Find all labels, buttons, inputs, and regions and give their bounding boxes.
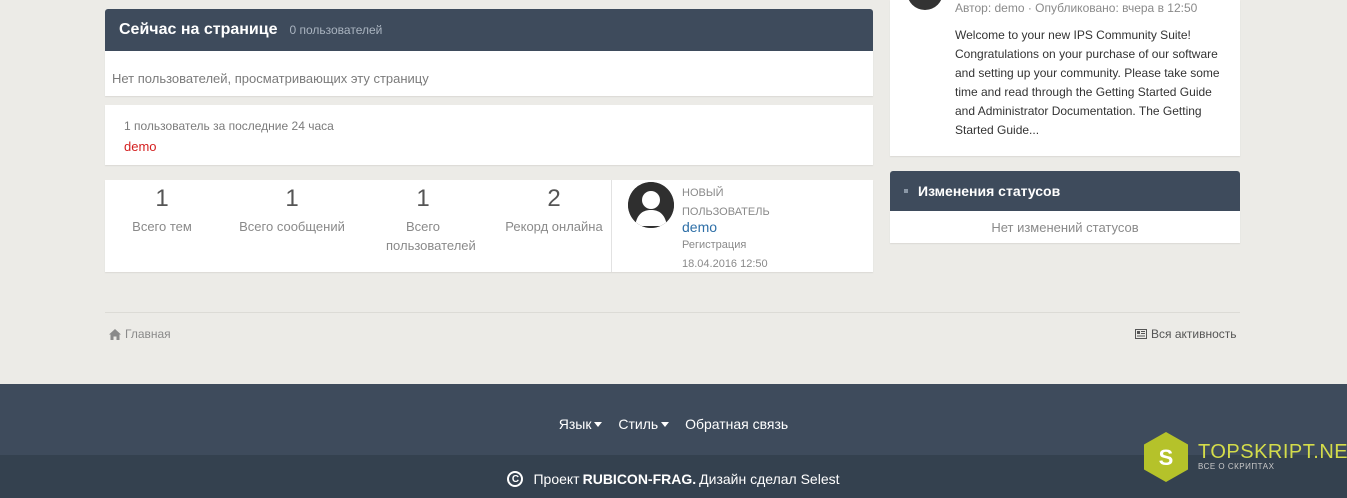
registration-label: Регистрация: [682, 239, 747, 251]
stat-record: 2 Рекорд онлайна: [489, 180, 619, 236]
style-menu[interactable]: Стиль: [618, 416, 670, 432]
stat-topics-value: 1: [155, 185, 169, 212]
contact-link[interactable]: Обратная связь: [685, 416, 788, 432]
post-excerpt[interactable]: Welcome to your new IPS Community Suite!…: [955, 26, 1225, 140]
status-updates-title: Изменения статусов: [918, 183, 1061, 199]
project-name: RUBICON-FRAG.: [582, 471, 697, 487]
breadcrumb-home-label: Главная: [125, 327, 171, 341]
stat-topics: 1 Всего тем: [97, 180, 227, 236]
online-panel-body: Нет пользователей, просматривающих эту с…: [105, 51, 873, 96]
online-panel-title: Сейчас на странице: [119, 21, 278, 38]
post-meta: Автор: demo · Опубликовано: вчера в 12:5…: [955, 1, 1198, 15]
stats-divider: [611, 180, 612, 272]
newest-member-avatar[interactable]: [628, 182, 674, 228]
activity-icon: [1135, 329, 1147, 339]
language-label: Язык: [558, 416, 592, 432]
status-updates-header: Изменения статусов: [890, 171, 1240, 211]
online-count: 0 пользователей: [289, 23, 383, 37]
forum-stats-panel: 1 Всего тем 1 Всего сообщений 1 Всего по…: [105, 180, 873, 272]
breadcrumb-divider: [105, 312, 1240, 313]
bullet-icon: [904, 189, 908, 193]
breadcrumb-home[interactable]: Главная: [109, 327, 171, 341]
last24-user-link[interactable]: demo: [124, 139, 157, 154]
language-menu[interactable]: Язык: [559, 416, 603, 432]
stat-topics-label: Всего тем: [132, 219, 192, 234]
svg-text:S: S: [1159, 445, 1174, 470]
copyright-icon: C: [507, 471, 524, 487]
footer-links: Язык Стиль Обратная связь: [0, 416, 1347, 432]
stat-members: 1 Всего пользователей: [358, 180, 488, 255]
stat-members-label: Всего пользователей: [386, 219, 476, 253]
latest-post-card: Автор: demo · Опубликовано: вчера в 12:5…: [890, 0, 1240, 156]
style-label: Стиль: [618, 416, 659, 432]
watermark-name: TOPSKRIPT.NET: [1198, 441, 1347, 463]
last24-title: 1 пользователь за последние 24 часа: [124, 119, 334, 133]
home-icon: [109, 328, 121, 340]
copyright-suffix: Дизайн сделал Selest: [699, 471, 840, 487]
stat-posts-label: Всего сообщений: [239, 219, 345, 234]
newest-member-name[interactable]: demo: [682, 219, 717, 235]
watermark-tagline: ВСЕ О СКРИПТАХ: [1198, 462, 1275, 471]
post-author-avatar[interactable]: [907, 0, 943, 10]
chevron-down-icon: [594, 421, 603, 427]
online-empty-message: Нет пользователей, просматривающих эту с…: [112, 71, 429, 86]
stat-record-label: Рекорд онлайна: [505, 219, 603, 234]
status-updates-body: Нет изменений статусов: [890, 211, 1240, 243]
stat-members-value: 1: [416, 185, 430, 212]
last24-panel: 1 пользователь за последние 24 часа demo: [105, 105, 873, 165]
all-activity-label: Вся активность: [1151, 327, 1237, 341]
copyright-prefix: Проект: [533, 471, 580, 487]
online-panel-header: Сейчас на странице 0 пользователей: [105, 9, 873, 51]
newest-member-label: Новый пользователь: [682, 187, 770, 218]
watermark-logo-icon: S: [1144, 432, 1188, 482]
stat-posts-value: 1: [285, 185, 299, 212]
status-updates-empty: Нет изменений статусов: [991, 220, 1139, 235]
stat-record-value: 2: [547, 185, 561, 212]
chevron-down-icon: [661, 421, 670, 427]
all-activity-link[interactable]: Вся активность: [1135, 327, 1237, 341]
stat-posts: 1 Всего сообщений: [227, 180, 357, 236]
topskript-watermark: S TOPSKRIPT.NET ВСЕ О СКРИПТАХ: [1140, 431, 1347, 483]
registration-date: 18.04.2016 12:50: [682, 258, 768, 270]
